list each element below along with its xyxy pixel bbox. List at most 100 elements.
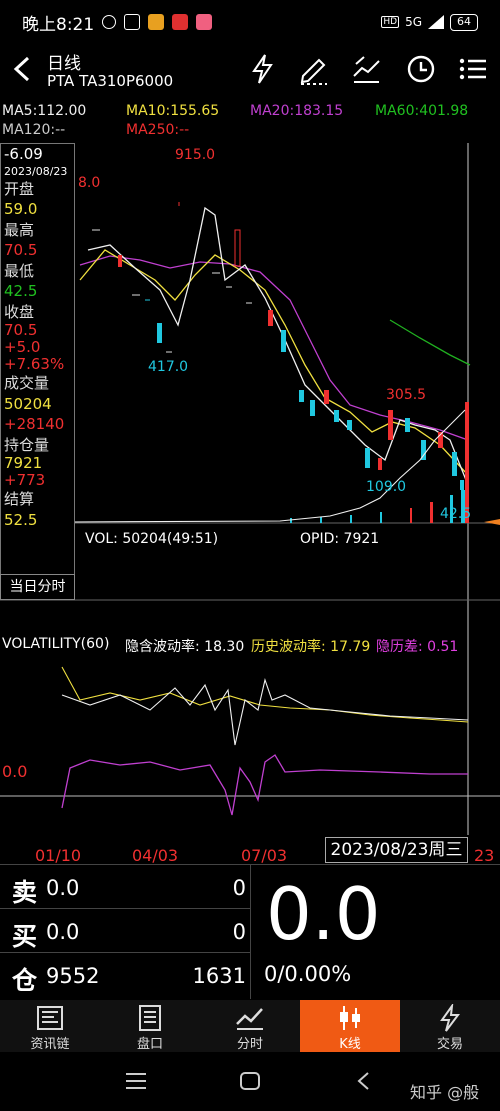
lightning-icon (252, 54, 273, 84)
contract-name: PTA TA310P6000 (47, 72, 174, 90)
quote-vertical-divider (250, 864, 251, 999)
label-left-edge: 8.0 (78, 175, 101, 191)
info-low-label: 最低 (4, 261, 35, 280)
page-title: 日线 (47, 54, 81, 74)
info-settle-label: 结算 (4, 490, 35, 508)
vol-diff-label: 隐历差: 0.51 (376, 639, 459, 655)
tab-trade-label: 交易 (436, 1037, 463, 1052)
ma10-line (79, 249, 469, 476)
info-settle: 52.5 (4, 510, 38, 529)
tab-news-chain[interactable]: 资讯链 (0, 1000, 100, 1052)
ma120-label: MA120:-- (2, 122, 66, 138)
back-nav-icon[interactable] (354, 1070, 374, 1092)
candles (92, 202, 464, 490)
tab-timeshare-label: 分时 (236, 1037, 263, 1052)
info-change: -6.09 (4, 145, 43, 163)
menu-button[interactable] (456, 52, 490, 86)
ma5-line (87, 206, 469, 486)
x-tick-23: 23 (474, 846, 495, 865)
info-oi-label: 持仓量 (4, 435, 50, 454)
tab-trade[interactable]: 交易 (400, 1000, 500, 1052)
label-trough-109: 109.0 (366, 479, 407, 495)
menu-nav-icon[interactable] (124, 1071, 148, 1091)
oi-row: 仓 9552 1631 (0, 953, 250, 997)
info-close: 70.5 (4, 321, 38, 339)
orderbook-icon (139, 1005, 161, 1031)
lightning-button[interactable] (246, 52, 280, 86)
buy-label: 买 (12, 922, 38, 951)
info-open-label: 开盘 (4, 179, 35, 198)
tab-kline[interactable]: K线 (300, 1000, 400, 1052)
draw-button[interactable] (297, 52, 331, 86)
volume-label: VOL: 50204(49:51) (85, 531, 219, 547)
ma10-label: MA10:155.65 (126, 103, 220, 119)
info-oi-chg: +773 (4, 471, 46, 489)
buy-qty: 0 (232, 920, 246, 944)
x-tick-0403: 04/03 (132, 846, 179, 865)
oi-value: 9552 (46, 964, 100, 988)
info-panel: -6.09 2023/08/23 开盘 59.0 最高 70.5 最低 42.5… (0, 143, 75, 600)
info-close-label: 收盘 (4, 302, 35, 321)
info-oi: 7921 (4, 454, 43, 472)
status-bar: 晚上8:21 HD 5G 64 (0, 0, 500, 44)
kline-chart[interactable] (0, 140, 500, 840)
period-button[interactable] (404, 52, 438, 86)
ma60-line (389, 319, 471, 366)
info-low: 42.5 (4, 282, 38, 300)
candlestick-icon (340, 1006, 360, 1030)
tab-orderbook[interactable]: 盘口 (100, 1000, 200, 1052)
home-nav-icon[interactable] (238, 1070, 262, 1092)
indicator-button[interactable] (350, 52, 384, 86)
implied-vol-line (61, 678, 469, 746)
ma5-label: MA5:112.00 (2, 103, 87, 119)
label-trough-417: 417.0 (148, 359, 189, 375)
pen-icon (300, 58, 327, 85)
menu-list-icon (459, 58, 486, 80)
sell-label: 卖 (12, 878, 38, 907)
label-last-low: 42.5 (440, 506, 472, 522)
ma20-line (79, 255, 469, 441)
vol-diff-line (61, 754, 468, 816)
alarm-icon (102, 15, 117, 29)
nfc-icon (124, 14, 141, 30)
zero-axis-label: 0.0 (2, 762, 28, 781)
ma60-label: MA60:401.98 (375, 103, 469, 119)
watermark: 知乎 @般 (410, 1083, 480, 1102)
timeshare-icon (236, 1008, 263, 1030)
crosshair-date-tag: 2023/08/23周三 (325, 837, 468, 863)
historical-vol-line (61, 666, 469, 723)
info-vol: 50204 (4, 394, 52, 413)
buy-row: 买 0.0 0 (0, 909, 250, 953)
hd-icon: HD (381, 16, 400, 28)
sell-price: 0.0 (46, 876, 80, 900)
opid-label: OPID: 7921 (300, 531, 380, 547)
tab-news-chain-label: 资讯链 (30, 1037, 70, 1052)
news-icon (37, 1006, 63, 1030)
oi-change: 1631 (192, 964, 246, 988)
ma250-label: MA250:-- (126, 122, 190, 138)
shop-notify-icon (196, 14, 213, 30)
back-button[interactable] (10, 54, 38, 84)
app-notify-icon (148, 14, 165, 30)
clock-icon (407, 55, 435, 83)
implied-vol-label: 隐含波动率: 18.30 (125, 639, 245, 655)
info-date: 2023/08/23 (4, 164, 68, 178)
x-tick-0703: 07/03 (241, 846, 288, 865)
network-label: 5G (405, 15, 422, 29)
historical-vol-label: 历史波动率: 17.79 (251, 639, 371, 655)
info-high: 70.5 (4, 241, 38, 259)
price-marker-icon (484, 519, 500, 525)
info-close-pct: +7.63% (4, 355, 65, 373)
price-change: 0/0.00% (264, 962, 352, 986)
buy-price: 0.0 (46, 920, 80, 944)
signal-icon (428, 15, 444, 29)
info-close-chg: +5.0 (4, 338, 41, 356)
tab-orderbook-label: 盘口 (136, 1037, 163, 1052)
tab-kline-label: K线 (339, 1037, 361, 1052)
label-peak-high: 915.0 (175, 147, 216, 163)
tab-timeshare[interactable]: 分时 (200, 1000, 300, 1052)
battery-icon: 64 (450, 13, 478, 31)
intraday-button[interactable]: 当日分时 (0, 574, 75, 600)
news-notify-icon (172, 14, 189, 30)
chevron-left-icon (13, 56, 30, 82)
